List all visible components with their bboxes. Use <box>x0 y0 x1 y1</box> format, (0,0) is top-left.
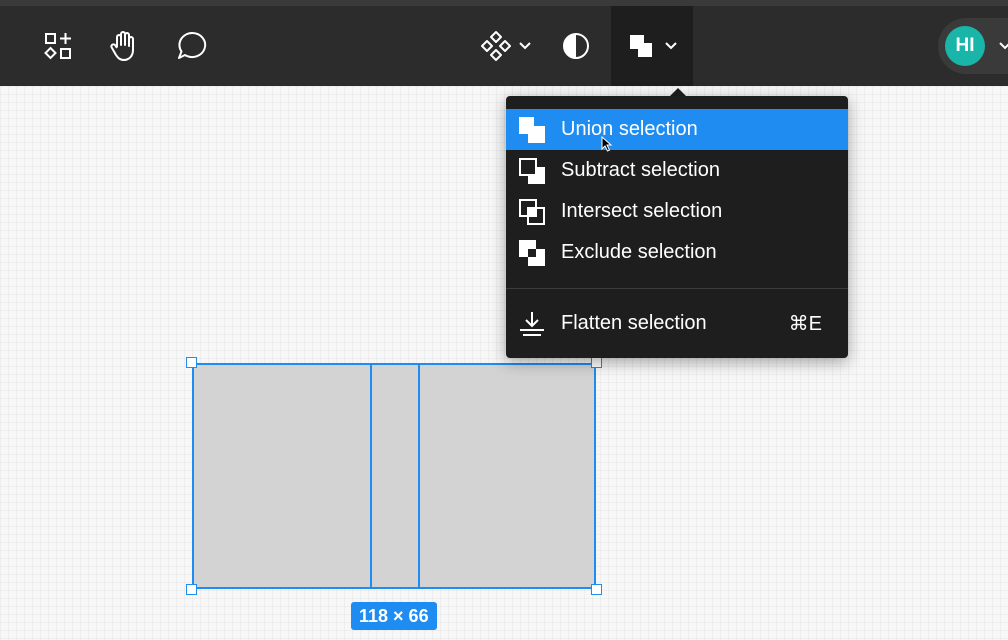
menu-item-label: Exclude selection <box>561 241 717 263</box>
menu-item-label: Intersect selection <box>561 200 723 222</box>
menu-item-label: Flatten selection <box>561 312 707 334</box>
menu-item-exclude[interactable]: Exclude selection <box>506 232 848 273</box>
union-icon <box>519 117 545 143</box>
resize-handle-bottom-right[interactable] <box>591 584 602 595</box>
subtract-icon <box>519 158 545 184</box>
resize-handle-top-left[interactable] <box>186 357 197 368</box>
menu-item-label: Subtract selection <box>561 159 720 181</box>
resize-handle-bottom-left[interactable] <box>186 584 197 595</box>
theme-toggle-button[interactable] <box>556 6 596 86</box>
menu-item-label: Union selection <box>561 118 698 140</box>
menu-item-flatten[interactable]: Flatten selection ⌘E <box>506 303 848 344</box>
resize-handle-top-right[interactable] <box>591 357 602 368</box>
comment-icon <box>178 31 207 59</box>
menu-divider <box>506 288 848 289</box>
contrast-icon <box>563 33 589 59</box>
shapes-tool-button[interactable] <box>36 6 80 86</box>
hand-icon <box>110 31 134 61</box>
exclude-icon <box>519 240 545 266</box>
dimension-badge: 118 × 66 <box>351 602 437 630</box>
shape-divider <box>418 365 420 587</box>
mouse-cursor-icon <box>601 136 613 152</box>
avatar[interactable]: HI <box>945 26 985 66</box>
hand-tool-button[interactable] <box>102 6 146 86</box>
component-icon <box>481 31 511 61</box>
shapes-icon <box>44 33 71 60</box>
chevron-down-icon <box>999 42 1008 50</box>
boolean-groups-button[interactable] <box>611 6 693 86</box>
chevron-down-icon <box>519 42 531 50</box>
menu-item-subtract[interactable]: Subtract selection <box>506 150 848 191</box>
menu-item-intersect[interactable]: Intersect selection <box>506 191 848 232</box>
keyboard-shortcut: ⌘E <box>788 313 822 335</box>
intersect-icon <box>519 199 545 225</box>
comment-tool-button[interactable] <box>170 6 214 86</box>
selected-shape[interactable] <box>192 363 596 589</box>
component-menu-button[interactable] <box>476 6 536 86</box>
menu-item-union[interactable]: Union selection <box>506 109 848 150</box>
flatten-icon <box>520 312 544 336</box>
toolbar: HI <box>0 6 1008 86</box>
shape-divider <box>370 365 372 587</box>
boolean-menu: Union selection Subtract selection Inter… <box>506 96 848 358</box>
boolean-union-icon <box>630 35 652 57</box>
chevron-down-icon <box>665 42 677 50</box>
